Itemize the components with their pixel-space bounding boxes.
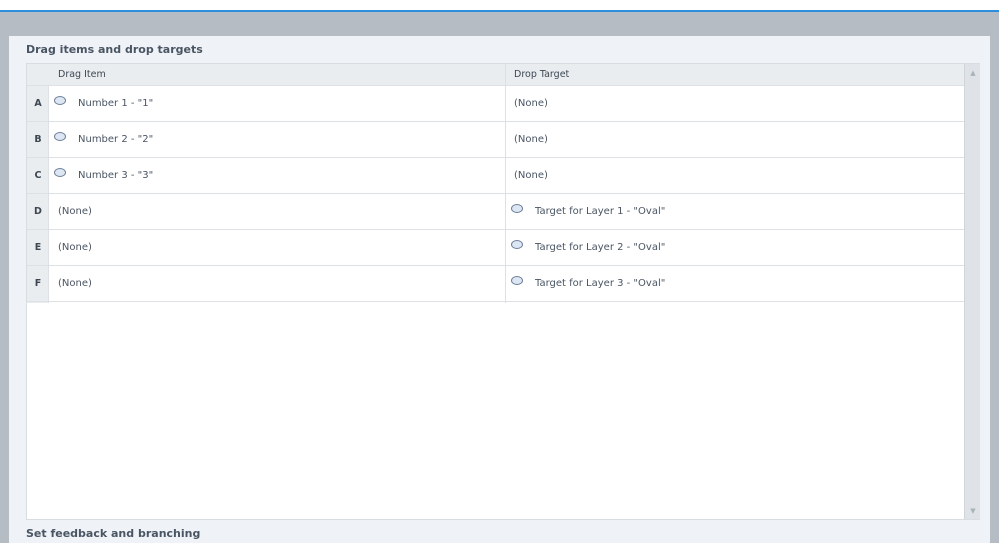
drop-target-cell-text: (None) — [514, 98, 548, 109]
oval-shape-icon — [511, 240, 523, 249]
drop-target-cell-text: Target for Layer 1 - "Oval" — [535, 206, 666, 217]
drag-item-cell-text: Number 1 - "1" — [78, 98, 154, 109]
drop-target-cell[interactable]: Target for Layer 3 - "Oval" — [511, 276, 666, 289]
section-title: Drag items and drop targets — [26, 43, 203, 56]
header-drop-target[interactable]: Drop Target — [514, 69, 569, 80]
oval-shape-icon — [54, 96, 66, 105]
oval-shape-icon — [54, 168, 66, 177]
drop-target-cell[interactable]: (None) — [514, 170, 548, 181]
drag-item-cell-text: (None) — [58, 242, 92, 253]
drag-item-cell[interactable]: Number 1 - "1" — [54, 96, 154, 109]
drop-target-cell-text: Target for Layer 3 - "Oval" — [535, 278, 666, 289]
row-label: B — [34, 134, 42, 145]
oval-shape-icon — [54, 132, 66, 141]
feedback-section-title: Set feedback and branching — [26, 527, 201, 540]
column-divider — [505, 64, 506, 303]
table-row[interactable]: E (None) Target for Layer 2 - "Oval" — [27, 230, 964, 266]
row-label: C — [34, 170, 42, 181]
drop-target-cell[interactable]: Target for Layer 2 - "Oval" — [511, 240, 666, 253]
row-label: E — [34, 242, 42, 253]
drop-target-cell[interactable]: Target for Layer 1 - "Oval" — [511, 204, 666, 217]
oval-shape-icon — [511, 204, 523, 213]
drag-item-cell[interactable]: Number 2 - "2" — [54, 132, 154, 145]
table-row[interactable]: D (None) Target for Layer 1 - "Oval" — [27, 194, 964, 230]
drag-item-cell[interactable]: (None) — [58, 278, 92, 289]
table-row[interactable]: F (None) Target for Layer 3 - "Oval" — [27, 266, 964, 302]
drop-target-cell-text: Target for Layer 2 - "Oval" — [535, 242, 666, 253]
drag-item-cell[interactable]: Number 3 - "3" — [54, 168, 154, 181]
row-label: F — [34, 278, 42, 289]
drop-target-cell[interactable]: (None) — [514, 134, 548, 145]
table-row[interactable]: B Number 2 - "2" (None) — [27, 122, 964, 158]
table-row[interactable]: C Number 3 - "3" (None) — [27, 158, 964, 194]
scroll-up-icon[interactable]: ▲ — [965, 69, 981, 77]
table-header: Drag Item Drop Target — [27, 64, 964, 86]
scrollbar[interactable]: ▲ ▼ — [964, 64, 980, 519]
table-row[interactable]: A Number 1 - "1" (None) — [27, 86, 964, 122]
oval-shape-icon — [511, 276, 523, 285]
row-label: D — [34, 206, 42, 217]
scroll-down-icon[interactable]: ▼ — [965, 507, 981, 515]
row-label: A — [34, 98, 42, 109]
drag-item-cell-text: (None) — [58, 278, 92, 289]
drag-item-cell-text: Number 2 - "2" — [78, 134, 154, 145]
drag-item-cell-text: (None) — [58, 206, 92, 217]
drop-target-cell-text: (None) — [514, 170, 548, 181]
drag-item-cell-text: Number 3 - "3" — [78, 170, 154, 181]
drag-item-cell[interactable]: (None) — [58, 206, 92, 217]
drop-target-cell-text: (None) — [514, 134, 548, 145]
drag-drop-table: Drag Item Drop Target A Number 1 - "1" (No… — [26, 63, 980, 520]
drop-target-cell[interactable]: (None) — [514, 98, 548, 109]
drag-item-cell[interactable]: (None) — [58, 242, 92, 253]
header-drag-item[interactable]: Drag Item — [58, 69, 106, 80]
